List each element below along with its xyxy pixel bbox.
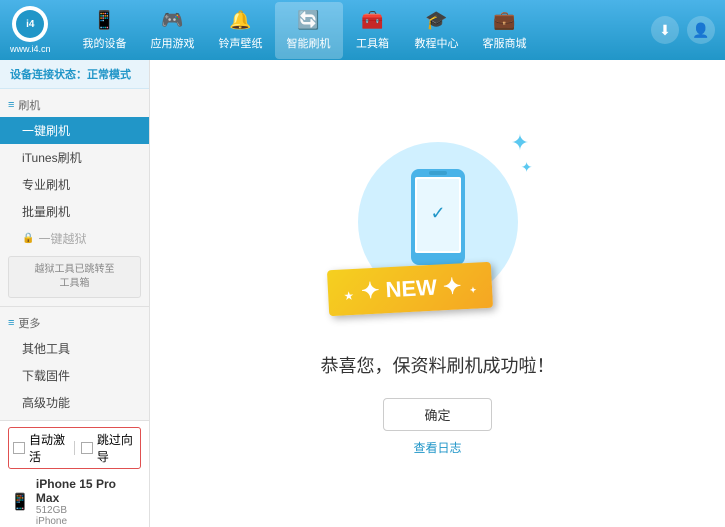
- content-area: ✓ ✦ NEW ✦ ✦✦ 恭喜您，保资料刷机成功啦！ 确定 查看日志: [150, 60, 725, 527]
- flash-section: ≡ 刷机 一键刷机 iTunes刷机 专业刷机 批量刷机 🔒 一键越狱: [0, 89, 149, 306]
- header: i4 www.i4.cn 📱 我的设备 🎮 应用游戏 🔔 铃声壁纸 🔄 智能刷机: [0, 0, 725, 60]
- nav-apps-label: 应用游戏: [151, 35, 195, 51]
- ringtone-icon: 🔔: [229, 10, 251, 31]
- success-text: 恭喜您，保资料刷机成功啦！: [321, 352, 555, 378]
- logo: i4 www.i4.cn: [10, 6, 51, 54]
- device-type: iPhone: [36, 516, 139, 527]
- lock-icon: 🔒: [22, 233, 34, 244]
- device-info: 📱 iPhone 15 Pro Max 512GB iPhone: [8, 473, 141, 527]
- nav-service[interactable]: 💼 客服商城: [471, 2, 539, 59]
- sidebar-item-onekey[interactable]: 一键刷机: [0, 117, 149, 144]
- sidebar-item-advanced[interactable]: 高级功能: [0, 389, 149, 416]
- flash-group-label: 刷机: [18, 97, 40, 113]
- sidebar-item-jailbreak: 🔒 一键越狱: [0, 225, 149, 252]
- status-label: 设备连接状态：: [10, 69, 87, 81]
- nav-flash-label: 智能刷机: [287, 35, 331, 51]
- device-area: 自动激活 跳过向导 📱 iPhone 15 Pro Max 512GB iPho…: [0, 420, 149, 527]
- nav-bar: 📱 我的设备 🎮 应用游戏 🔔 铃声壁纸 🔄 智能刷机 🧰 工具箱 🎓: [71, 2, 651, 59]
- flash-group-header: ≡ 刷机: [0, 93, 149, 117]
- service-icon: 💼: [493, 10, 515, 31]
- notice-text: 越狱工具已跳转至工具箱: [35, 264, 115, 289]
- more-section: ≡ 更多 其他工具 下载固件 高级功能: [0, 306, 149, 420]
- logo-inner: i4: [16, 10, 44, 38]
- success-illustration: ✓ ✦ NEW ✦ ✦✦: [338, 132, 538, 332]
- new-badge: ✦ NEW ✦: [326, 261, 493, 316]
- nav-my-device-label: 我的设备: [83, 35, 127, 51]
- nav-ringtone-label: 铃声壁纸: [219, 35, 263, 51]
- tools-icon: 🧰: [361, 10, 383, 31]
- notice-box: 越狱工具已跳转至工具箱: [8, 256, 141, 298]
- sidebar-item-itunes[interactable]: iTunes刷机: [0, 144, 149, 171]
- logo-text: www.i4.cn: [10, 44, 51, 54]
- row-divider: [74, 441, 75, 455]
- sidebar-item-pro[interactable]: 专业刷机: [0, 171, 149, 198]
- download-button[interactable]: ⬇: [651, 16, 679, 44]
- more-group-label: 更多: [18, 315, 40, 331]
- nav-apps[interactable]: 🎮 应用游戏: [139, 2, 207, 59]
- guide-label: 跳过向导: [97, 431, 136, 465]
- device-name: iPhone 15 Pro Max: [36, 477, 139, 505]
- user-button[interactable]: 👤: [687, 16, 715, 44]
- tutorial-icon: 🎓: [425, 10, 447, 31]
- flash-icon: 🔄: [297, 10, 319, 31]
- guide-checkbox[interactable]: [81, 442, 93, 454]
- nav-tutorial-label: 教程中心: [415, 35, 459, 51]
- confirm-button[interactable]: 确定: [383, 398, 491, 431]
- header-right: ⬇ 👤: [651, 16, 715, 44]
- device-details: iPhone 15 Pro Max 512GB iPhone: [36, 477, 139, 527]
- view-log-link[interactable]: 查看日志: [413, 439, 461, 456]
- logo-icon: i4: [12, 6, 48, 42]
- device-storage: 512GB: [36, 505, 139, 516]
- nav-tools-label: 工具箱: [356, 35, 389, 51]
- more-group-icon: ≡: [8, 317, 14, 329]
- auto-activate-checkbox[interactable]: [13, 442, 25, 454]
- sidebar-item-download-firmware[interactable]: 下载固件: [0, 362, 149, 389]
- phone-svg: ✓: [403, 167, 473, 277]
- sidebar: 设备连接状态：正常模式 ≡ 刷机 一键刷机 iTunes刷机 专业刷机 批量刷机: [0, 60, 150, 527]
- nav-flash[interactable]: 🔄 智能刷机: [275, 2, 343, 59]
- status-bar: 设备连接状态：正常模式: [0, 60, 149, 89]
- my-device-icon: 📱: [93, 10, 115, 31]
- main-area: 设备连接状态：正常模式 ≡ 刷机 一键刷机 iTunes刷机 专业刷机 批量刷机: [0, 60, 725, 527]
- sidebar-item-other-tools[interactable]: 其他工具: [0, 335, 149, 362]
- flash-group-icon: ≡: [8, 99, 14, 111]
- status-value: 正常模式: [87, 69, 131, 81]
- nav-my-device[interactable]: 📱 我的设备: [71, 2, 139, 59]
- new-label: ✦: [360, 277, 386, 303]
- device-phone-icon: 📱: [10, 492, 30, 512]
- auto-activate-row: 自动激活 跳过向导: [8, 427, 141, 469]
- nav-tutorial[interactable]: 🎓 教程中心: [403, 2, 471, 59]
- auto-activate-label: 自动激活: [29, 431, 68, 465]
- sparkles: ✦✦: [511, 132, 533, 176]
- nav-tools[interactable]: 🧰 工具箱: [343, 2, 403, 59]
- apps-icon: 🎮: [161, 10, 183, 31]
- new-star: ✦: [436, 273, 462, 299]
- svg-text:✓: ✓: [430, 203, 445, 223]
- nav-service-label: 客服商城: [483, 35, 527, 51]
- nav-ringtone[interactable]: 🔔 铃声壁纸: [207, 2, 275, 59]
- more-group-header: ≡ 更多: [0, 311, 149, 335]
- sidebar-item-batch[interactable]: 批量刷机: [0, 198, 149, 225]
